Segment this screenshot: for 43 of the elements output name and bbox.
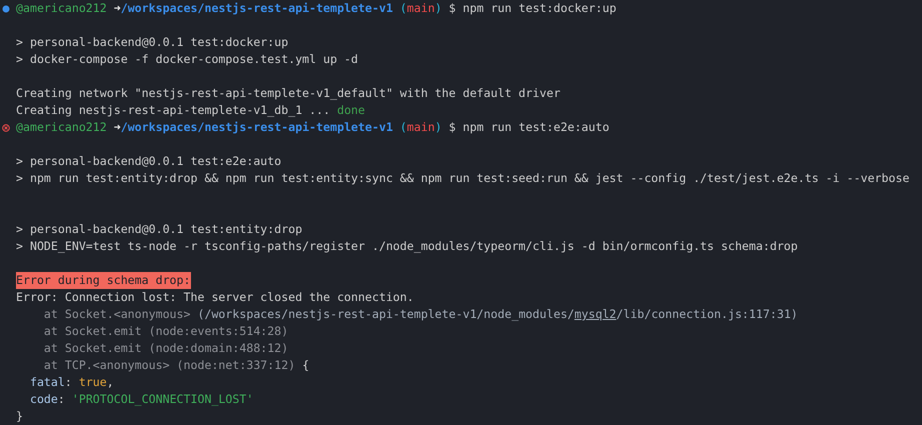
terminal-text: $ npm run test:e2e:auto [448,119,610,136]
error-message: Error during schema drop: [16,272,191,289]
terminal-text: } [16,408,23,425]
user-name: @americano212 [16,0,107,17]
branch-parenthesis: ( [398,119,407,136]
terminal-text: { [302,357,310,374]
stack-trace-text: at Socket.<anonymous> [42,306,192,323]
stack-trace-path: /lib/connection.js:117:31) [616,306,798,323]
user-name: @americano212 [16,119,107,136]
terminal-text: Creating network "nestjs-rest-api-templete-v1_default" with the default driver [16,85,560,102]
terminal-text: > personal-backend@0.0.1 test:e2e:auto [16,153,282,170]
stack-trace-text: at Socket.emit (node:events:514:28) [42,323,288,340]
string-value: 'PROTOCOL_CONNECTION_LOST' [72,391,254,408]
terminal-text: , [106,374,114,391]
directory-path: /workspaces/nestjs-rest-api-templete-v1 [120,0,393,17]
terminal-text: : [64,374,73,391]
terminal-text: Error: Connection lost: The server closed the connection. [16,289,414,306]
terminal-text: > NODE_ENV=test ts-node -r tsconfig-paths/register ./node_modules/typeorm/cli.js -d bin/ormconfig.ts schema:drop [16,238,798,255]
terminal-text: > personal-backend@0.0.1 test:entity:drop [16,221,302,238]
terminal-text: > personal-backend@0.0.1 test:docker:up [16,34,288,51]
terminal-text: > npm run test:entity:drop && npm run test:entity:sync && npm run test:seed:run && jest --config ./test/jest.e2e.ts -i --verbose [16,170,910,187]
file-link[interactable]: mysql2 [574,306,616,323]
branch-name: main [406,0,435,17]
stack-trace-text: at Socket.emit (node:domain:488:12) [42,340,288,357]
status-text: done [337,102,366,119]
terminal-text: : [58,391,66,408]
status-dot-icon[interactable] [2,4,10,12]
property-key: code [16,391,58,408]
boolean-value: true [78,374,107,391]
prompt-arrow: ➜ [112,0,121,17]
prompt-arrow: ➜ [112,119,121,136]
error-circle-icon[interactable] [2,124,10,132]
branch-parenthesis: ) [434,119,442,136]
branch-name: main [406,119,435,136]
stack-trace-text: at TCP.<anonymous> (node:net:337:12) [42,357,296,374]
branch-parenthesis: ( [398,0,407,17]
property-key: fatal [16,374,65,391]
stack-trace-path: (/workspaces/nestjs-rest-api-templete-v1/node_modules/ [197,306,574,323]
directory-path: /workspaces/nestjs-rest-api-templete-v1 [120,119,393,136]
terminal-text: $ npm run test:docker:up [448,0,616,17]
terminal-text: Creating nestjs-rest-api-templete-v1_db_1 ... [16,102,332,119]
branch-parenthesis: ) [434,0,442,17]
terminal-text: > docker-compose -f docker-compose.test.yml up -d [16,51,358,68]
